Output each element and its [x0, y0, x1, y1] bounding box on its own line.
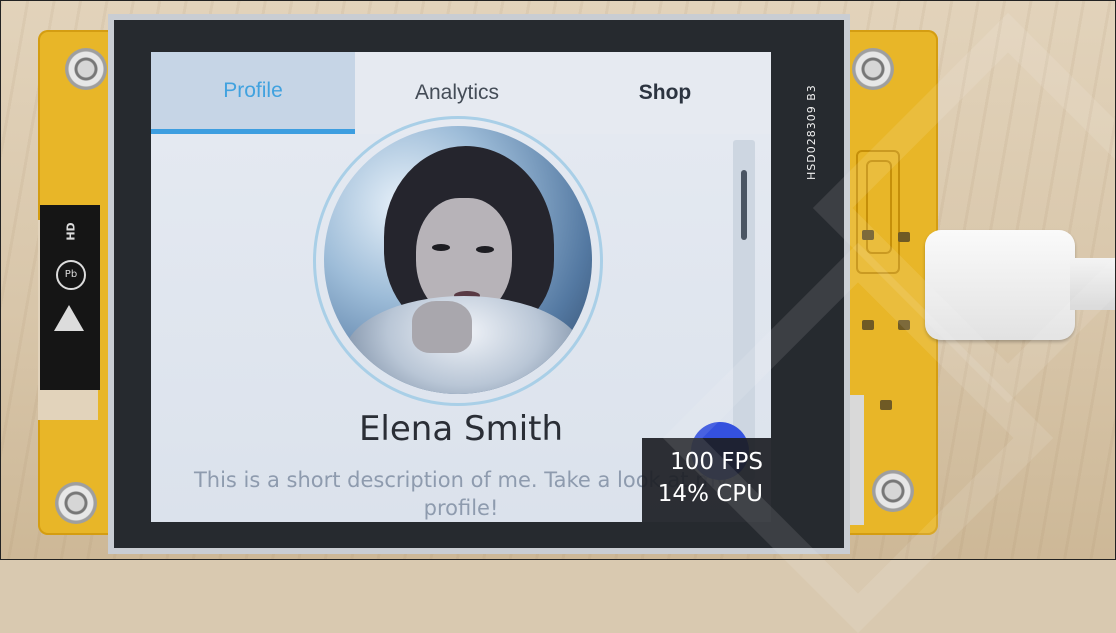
esd-warning-icon: [54, 305, 84, 331]
esd-label: HD Pb: [40, 205, 100, 390]
mount-hole-top-right: [852, 48, 894, 90]
tab-profile[interactable]: Profile: [151, 52, 355, 134]
avatar-hand: [412, 301, 472, 353]
tab-shop[interactable]: Shop: [559, 52, 771, 134]
avatar-eye: [476, 246, 494, 253]
hd-mark: HD: [64, 222, 78, 241]
lead-free-icon: Pb: [56, 260, 86, 290]
avatar-eye: [432, 244, 450, 251]
avatar: [324, 126, 592, 394]
silkscreen-label: HSD028309 B3: [805, 84, 818, 180]
scrollbar-thumb[interactable]: [741, 170, 747, 240]
mount-hole-top-left: [65, 48, 107, 90]
mount-hole-bottom-left: [55, 482, 97, 524]
